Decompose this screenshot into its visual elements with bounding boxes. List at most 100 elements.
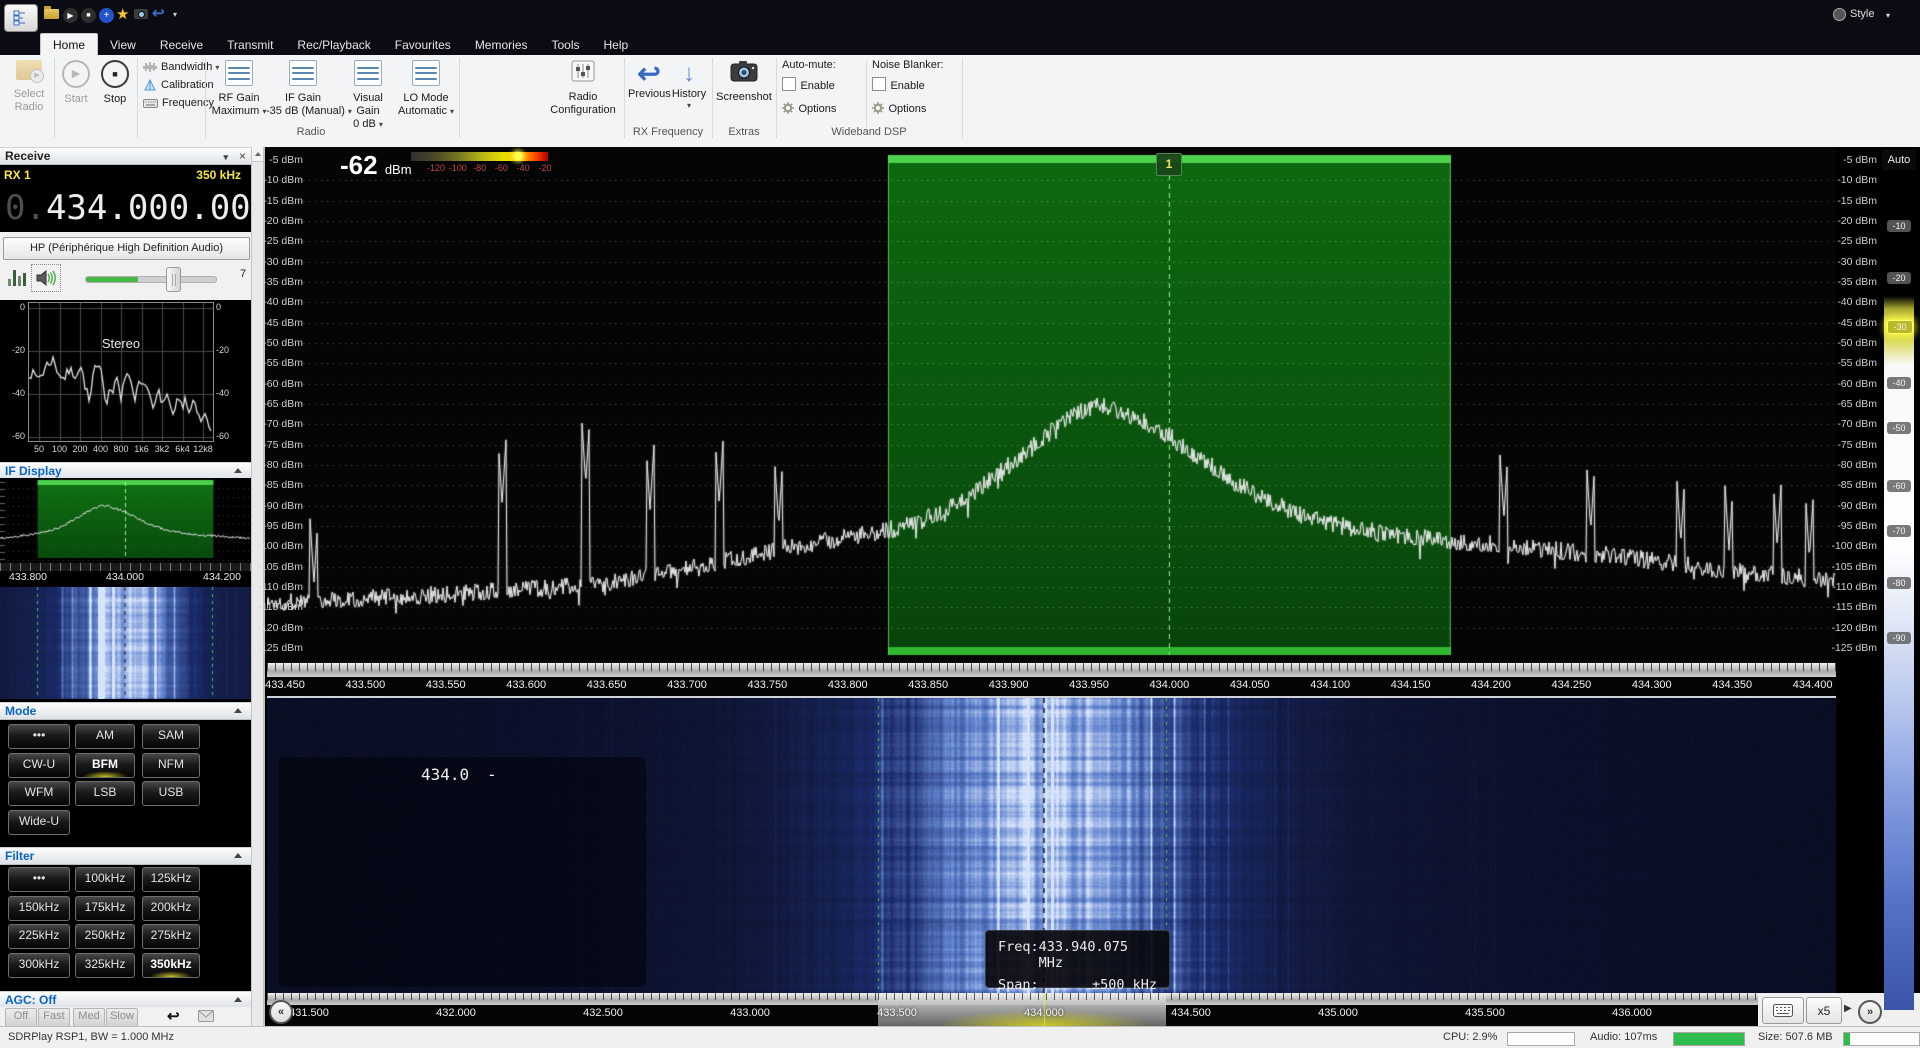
tab-transmit[interactable]: Transmit xyxy=(215,34,285,56)
qat-dropdown-icon[interactable]: ▾ xyxy=(173,10,177,19)
band-x-label[interactable]: 433.500 xyxy=(867,1007,927,1019)
undo-icon[interactable]: ↩ xyxy=(152,4,165,22)
filter-button-300khz[interactable]: 300kHz xyxy=(8,953,70,978)
filter-button-125khz[interactable]: 125kHz xyxy=(142,867,200,892)
tab-favourites[interactable]: Favourites xyxy=(383,34,463,56)
if-spectrum-display[interactable] xyxy=(0,478,251,563)
stop-icon[interactable]: ■ xyxy=(81,8,96,23)
filter-button-275khz[interactable]: 275kHz xyxy=(142,924,200,949)
mode-button-lsb[interactable]: LSB xyxy=(75,781,135,806)
frequency-display[interactable]: 0.434.000.000 xyxy=(0,184,251,232)
filter-button-200khz[interactable]: 200kHz xyxy=(142,896,200,921)
style-button[interactable]: Style xyxy=(1850,8,1874,20)
mute-speaker-button[interactable] xyxy=(31,264,61,292)
undo-mode-icon[interactable]: ↩ xyxy=(167,1007,180,1025)
equalizer-icon[interactable] xyxy=(8,270,26,286)
agc-button-fast[interactable]: Fast xyxy=(38,1008,70,1027)
start-button[interactable]: ▶ Start xyxy=(58,60,94,106)
tab-help[interactable]: Help xyxy=(592,34,641,56)
mode-button-[interactable]: ••• xyxy=(8,724,70,749)
mode-button-wideu[interactable]: Wide-U xyxy=(8,810,70,835)
band-x-label[interactable]: 433.000 xyxy=(720,1007,780,1019)
style-dropdown-caret[interactable]: ▾ xyxy=(1886,11,1890,20)
filter-button-[interactable]: ••• xyxy=(8,867,70,892)
agc-button-off[interactable]: Off xyxy=(5,1008,37,1027)
noise-blanker-enable[interactable]: Enable xyxy=(872,76,944,94)
rx-marker-badge[interactable]: 1 xyxy=(1156,153,1182,176)
filter-button-100khz[interactable]: 100kHz xyxy=(75,867,135,892)
band-x-label[interactable]: 434.500 xyxy=(1161,1007,1221,1019)
mode-button-cwu[interactable]: CW-U xyxy=(8,753,70,778)
previous-button[interactable]: ↩ Previous xyxy=(628,60,670,101)
camera-icon[interactable] xyxy=(134,9,148,19)
select-radio-button[interactable]: ▶ Select Radio xyxy=(6,60,52,114)
mode-button-am[interactable]: AM xyxy=(75,724,135,749)
filter-button-325khz[interactable]: 325kHz xyxy=(75,953,135,978)
mode-button-wfm[interactable]: WFM xyxy=(8,781,70,806)
band-x-label[interactable]: 435.500 xyxy=(1455,1007,1515,1019)
mode-button-bfm[interactable]: BFM xyxy=(75,753,135,778)
filter-button-225khz[interactable]: 225kHz xyxy=(8,924,70,949)
volume-slider-track[interactable] xyxy=(85,276,217,283)
auto-mute-checkbox[interactable] xyxy=(782,77,796,91)
history-button[interactable]: ↓ History ▾ xyxy=(670,60,708,110)
spectrum-ruler[interactable] xyxy=(267,663,1836,677)
panel-close-icon[interactable]: × xyxy=(239,148,246,164)
collapse-icon[interactable] xyxy=(234,468,242,473)
band-x-label[interactable]: 436.000 xyxy=(1602,1007,1662,1019)
noise-blanker-options[interactable]: Options xyxy=(872,99,944,117)
notch-icon[interactable] xyxy=(198,1010,214,1022)
agc-button-slow[interactable]: Slow xyxy=(106,1008,138,1027)
spectrum-display[interactable] xyxy=(267,147,1836,663)
volume-slider-handle[interactable] xyxy=(166,267,181,292)
screenshot-button[interactable]: Screenshot xyxy=(716,60,772,104)
mode-button-sam[interactable]: SAM xyxy=(142,724,200,749)
lo-mode-button[interactable]: LO Mode Automatic▾ xyxy=(397,60,455,118)
agc-button-med[interactable]: Med xyxy=(73,1008,105,1027)
collapse-icon[interactable] xyxy=(234,708,242,713)
band-zoom-button[interactable]: x5 xyxy=(1806,997,1842,1024)
tab-tools[interactable]: Tools xyxy=(540,34,592,56)
filter-button-350khz[interactable]: 350kHz xyxy=(142,953,200,978)
collapse-icon[interactable] xyxy=(234,853,242,858)
tab-memories[interactable]: Memories xyxy=(463,34,540,56)
stop-button[interactable]: ■ Stop xyxy=(97,60,133,106)
calibration-button[interactable]: Calibration xyxy=(143,79,214,91)
rf-gain-button[interactable]: RF Gain Maximum▾ xyxy=(210,60,268,118)
band-x-label[interactable]: 434.000 xyxy=(1014,1007,1074,1019)
noise-blanker-checkbox[interactable] xyxy=(872,77,886,91)
radio-configuration-button[interactable]: Radio Configuration xyxy=(540,60,626,117)
add-radio-icon[interactable]: + xyxy=(99,8,114,23)
if-gain-button[interactable]: IF Gain -35 dB (Manual)▾ xyxy=(266,60,340,118)
band-x-label[interactable]: 435.000 xyxy=(1308,1007,1368,1019)
collapse-icon[interactable] xyxy=(234,997,242,1002)
app-menu-button[interactable] xyxy=(4,4,38,32)
auto-mute-enable[interactable]: Enable xyxy=(782,76,836,94)
filter-button-150khz[interactable]: 150kHz xyxy=(8,896,70,921)
bandwidth-button[interactable]: Bandwidth▾ xyxy=(143,61,219,73)
tab-home[interactable]: Home xyxy=(40,33,98,56)
audio-device-select[interactable]: HP (Périphérique High Definition Audio) xyxy=(3,237,250,260)
mode-button-nfm[interactable]: NFM xyxy=(142,753,200,778)
filter-button-250khz[interactable]: 250kHz xyxy=(75,924,135,949)
band-x-label[interactable]: 432.500 xyxy=(573,1007,633,1019)
tab-view[interactable]: View xyxy=(98,34,148,56)
if-waterfall-display[interactable] xyxy=(0,587,251,699)
filter-button-175khz[interactable]: 175kHz xyxy=(75,896,135,921)
open-folder-icon[interactable] xyxy=(44,9,59,19)
auto-mute-options[interactable]: Options xyxy=(782,99,836,117)
panel-dropdown-icon[interactable]: ▾ xyxy=(223,149,228,165)
band-keyboard-button[interactable] xyxy=(1762,997,1804,1024)
frequency-button[interactable]: Frequency xyxy=(143,97,214,109)
band-scroll-left-button[interactable]: « xyxy=(269,1000,293,1024)
visual-gain-button[interactable]: Visual Gain 0 dB▾ xyxy=(341,60,395,131)
favourite-star-icon[interactable]: ★ xyxy=(116,5,129,23)
audio-spectrum-display[interactable] xyxy=(28,302,214,442)
band-scroll-right-button[interactable]: » xyxy=(1858,1000,1882,1024)
band-x-label[interactable]: 432.000 xyxy=(426,1007,486,1019)
tab-receive[interactable]: Receive xyxy=(148,34,215,56)
play-icon[interactable]: ▶ xyxy=(63,8,78,23)
band-zoom-caret[interactable]: ▶ xyxy=(1844,1003,1852,1014)
mode-button-usb[interactable]: USB xyxy=(142,781,200,806)
colorbar-auto-label[interactable]: Auto xyxy=(1882,150,1916,170)
